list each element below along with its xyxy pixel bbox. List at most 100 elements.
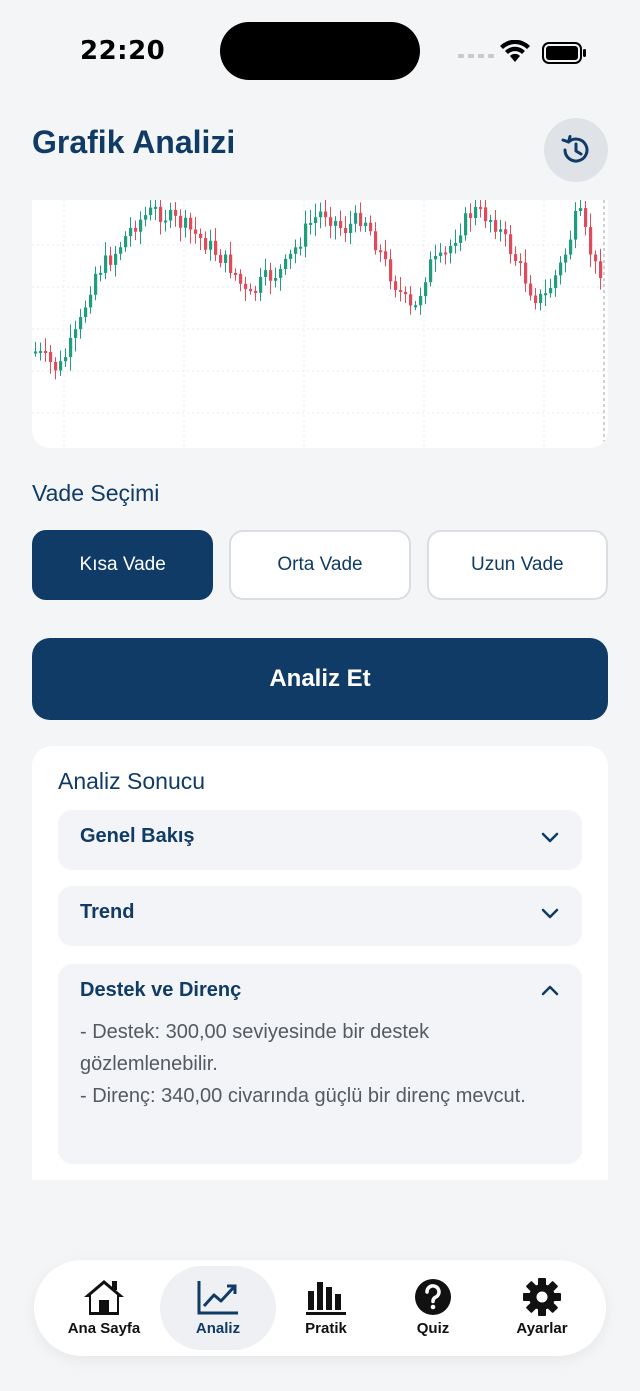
candle-body: [179, 215, 183, 228]
nav-quiz[interactable]: Quiz: [375, 1266, 491, 1350]
home-icon: [84, 1280, 124, 1315]
candle-body: [114, 253, 118, 265]
chevron-down-icon: [541, 832, 559, 843]
candle-body: [389, 259, 393, 282]
candle-body: [514, 254, 518, 261]
candle-body: [524, 262, 528, 284]
history-icon: [561, 135, 589, 163]
candle-body: [104, 255, 108, 273]
candle-body: [144, 215, 148, 220]
candle-body: [134, 227, 138, 232]
nav-practice[interactable]: Pratik: [268, 1266, 384, 1350]
candle-body: [209, 240, 213, 250]
candle-body: [539, 293, 543, 303]
history-button[interactable]: [544, 118, 608, 182]
candle-body: [94, 273, 98, 295]
price-chart[interactable]: [32, 200, 608, 448]
candle-body: [199, 233, 203, 239]
candle-body: [224, 254, 228, 263]
candle-body: [239, 273, 243, 284]
candle-body: [289, 253, 293, 259]
candle-body: [79, 317, 83, 330]
candle-body: [579, 208, 583, 212]
candle-body: [229, 254, 233, 273]
candle-body: [344, 227, 348, 234]
candle-body: [529, 283, 533, 296]
chart-icon: [197, 1281, 238, 1315]
candle-body: [34, 351, 38, 354]
candle-body: [234, 272, 238, 275]
accordion-trend[interactable]: Trend: [58, 886, 582, 946]
term-short-button[interactable]: Kısa Vade: [32, 530, 214, 600]
candle-body: [119, 247, 123, 254]
candle-body: [269, 270, 273, 281]
bar-chart-icon: [306, 1282, 346, 1315]
nav-settings[interactable]: Ayarlar: [484, 1266, 600, 1350]
candle-body: [184, 217, 188, 228]
candle-body: [84, 307, 88, 318]
nav-home[interactable]: Ana Sayfa: [46, 1266, 162, 1350]
candle-body: [164, 220, 168, 223]
candle-body: [354, 212, 358, 224]
question-icon: [415, 1279, 451, 1315]
candlestick-chart: [32, 200, 608, 448]
accordion-label: Genel Bakış: [80, 825, 195, 847]
candle-body: [249, 289, 253, 292]
candle-body: [219, 254, 223, 263]
candle-body: [384, 251, 388, 260]
term-medium-button[interactable]: Orta Vade: [229, 530, 411, 600]
candle-body: [74, 329, 78, 338]
candle-body: [499, 229, 503, 232]
wifi-icon: [500, 40, 530, 62]
candle-body: [49, 352, 53, 362]
candle-body: [319, 211, 323, 218]
candle-body: [519, 260, 523, 263]
result-title: Analiz Sonucu: [58, 768, 206, 794]
candle-body: [574, 211, 578, 240]
candle-body: [484, 207, 488, 222]
candle-body: [264, 270, 268, 277]
candle-body: [449, 245, 453, 254]
candle-body: [159, 206, 163, 222]
candle-body: [599, 261, 603, 279]
support-line: - Destek: 300,00 seviyesinde bir destek …: [80, 1021, 430, 1075]
nav-analysis[interactable]: Analiz: [160, 1266, 276, 1350]
candle-body: [464, 213, 468, 236]
candle-body: [309, 222, 313, 225]
status-bar: 22:20: [0, 0, 640, 100]
battery-icon: [542, 42, 586, 64]
candle-body: [304, 223, 308, 247]
candle-body: [409, 294, 413, 306]
candle-body: [434, 255, 438, 260]
candle-body: [394, 281, 398, 290]
candle-body: [284, 258, 288, 269]
term-selector: Kısa Vade Orta Vade Uzun Vade: [32, 530, 608, 600]
analyze-button[interactable]: Analiz Et: [32, 638, 608, 720]
candle-body: [214, 240, 218, 255]
candle-body: [194, 229, 198, 234]
candle-body: [204, 238, 208, 250]
candle-body: [479, 206, 483, 209]
candle-body: [359, 212, 363, 227]
candle-body: [274, 277, 278, 281]
support-resistance-text: - Destek: 300,00 seviyesinde bir destek …: [80, 1016, 560, 1112]
term-long-button[interactable]: Uzun Vade: [426, 530, 608, 600]
analysis-result-card: Analiz Sonucu Genel Bakış Trend Destek v…: [32, 746, 608, 1180]
candle-body: [174, 209, 178, 216]
candle-body: [399, 289, 403, 292]
candle-body: [369, 222, 373, 232]
candle-body: [294, 247, 298, 254]
status-icons: [458, 40, 588, 66]
candle-body: [594, 254, 598, 262]
accordion-overview[interactable]: Genel Bakış: [58, 810, 582, 870]
candle-body: [419, 296, 423, 306]
candle-body: [54, 361, 58, 371]
gear-icon: [523, 1278, 561, 1316]
accordion-support-resistance[interactable]: Destek ve Direnç - Destek: 300,00 seviye…: [58, 964, 582, 1164]
candle-body: [589, 227, 593, 255]
candle-body: [334, 220, 338, 226]
candle-body: [404, 291, 408, 295]
dynamic-island: [220, 22, 420, 80]
candle-body: [509, 234, 513, 255]
candle-body: [424, 282, 428, 297]
